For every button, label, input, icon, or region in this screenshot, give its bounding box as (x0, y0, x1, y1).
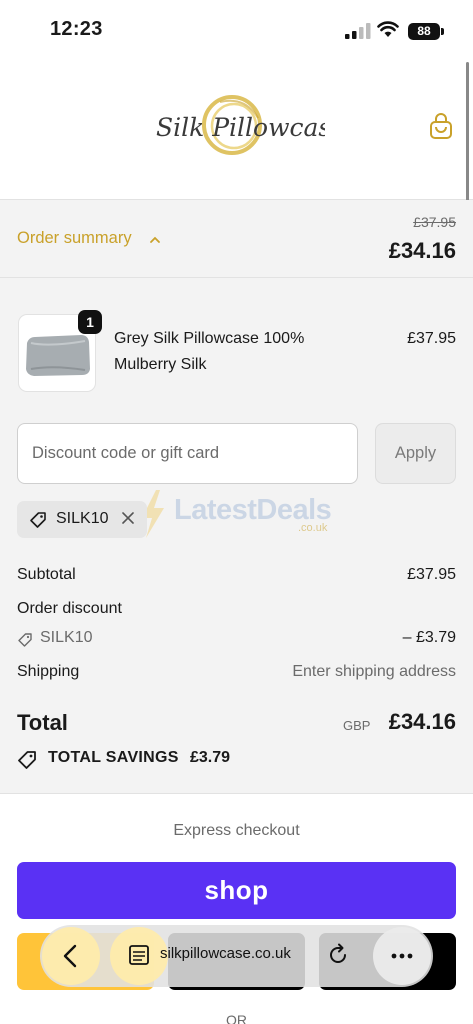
savings-tag-icon (18, 751, 36, 769)
battery-tip (441, 28, 444, 35)
scroll-indicator[interactable] (466, 62, 469, 202)
wifi-icon (377, 21, 399, 37)
subtotal-label: Subtotal (17, 566, 76, 583)
applied-code-label: SILK10 (56, 510, 109, 527)
total-value: £34.16 (388, 709, 456, 734)
shop-pay-label[interactable]: shop (17, 875, 456, 906)
discount-code-input[interactable] (17, 423, 358, 484)
original-price: £37.95 (413, 214, 456, 230)
subtotal-value: £37.95 (407, 566, 456, 583)
total-label: Total (17, 710, 68, 735)
url-text[interactable]: silkpillowcase.co.uk (160, 945, 291, 962)
shipping-value: Enter shipping address (292, 663, 456, 680)
discount-code-label: SILK10 (40, 629, 93, 646)
or-divider-label: OR (226, 1012, 247, 1024)
status-time: 12:23 (50, 18, 103, 40)
product-price: £37.95 (407, 330, 456, 347)
remove-discount-icon[interactable] (120, 510, 136, 526)
summary-total-price: £34.16 (388, 238, 456, 263)
shopping-bag-icon[interactable] (426, 112, 456, 142)
express-checkout-label: Express checkout (173, 822, 300, 839)
cellular-signal-icon (345, 23, 371, 39)
store-logo[interactable]: Silk Pillowcase (150, 88, 325, 168)
more-options-button[interactable] (373, 927, 431, 985)
total-savings-label: TOTAL SAVINGS (48, 749, 179, 766)
ellipsis-icon[interactable] (373, 927, 431, 985)
currency-code: GBP (343, 718, 371, 733)
apply-discount-button[interactable]: Apply (375, 423, 456, 484)
shipping-label: Shipping (17, 663, 80, 680)
total-savings-value: £3.79 (190, 749, 231, 766)
tag-icon (30, 512, 46, 528)
back-button[interactable] (42, 927, 100, 985)
reload-icon[interactable] (320, 937, 356, 973)
order-summary-toggle[interactable]: Order summary (17, 229, 132, 248)
watermark-subtext: .co.uk (298, 522, 328, 534)
svg-text:Silk Pillowcase: Silk Pillowcase (156, 113, 325, 142)
tag-icon (18, 633, 32, 647)
quantity-badge: 1 (78, 310, 102, 334)
product-name: Grey Silk Pillowcase 100% Mulberry Silk (114, 330, 305, 373)
chevron-up-icon[interactable] (148, 233, 162, 247)
order-discount-label: Order discount (17, 600, 122, 617)
discount-value: – £3.79 (402, 629, 456, 646)
battery-indicator: 88 (408, 23, 440, 40)
chevron-left-icon[interactable] (42, 927, 100, 985)
